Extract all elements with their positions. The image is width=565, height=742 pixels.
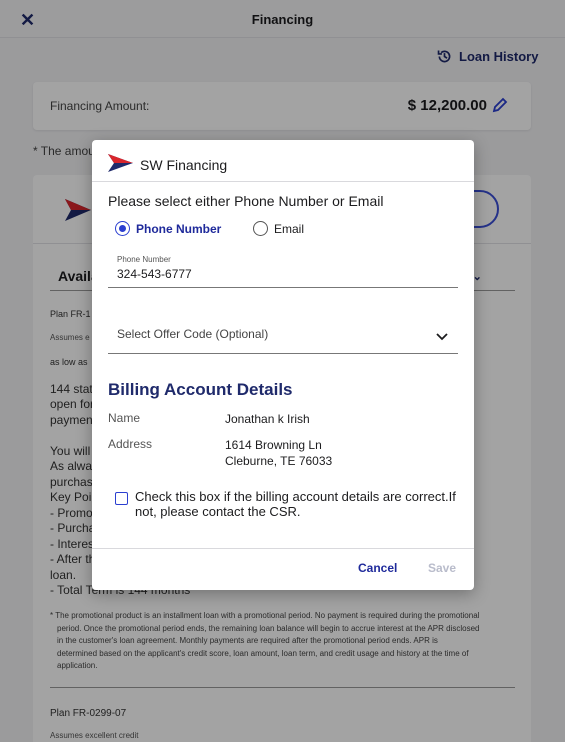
dialog-header: SW Financing: [92, 140, 474, 182]
contact-method-prompt: Please select either Phone Number or Ema…: [108, 193, 384, 209]
billing-section-title: Billing Account Details: [108, 380, 293, 399]
dialog-footer-divider: [92, 548, 474, 549]
billing-address-line1: 1614 Browning Ln: [225, 438, 322, 452]
phone-number-radio-label: Phone Number: [136, 221, 222, 236]
brand-logo: [108, 154, 133, 172]
billing-address-label: Address: [108, 437, 153, 451]
phone-number-radio[interactable]: [115, 221, 130, 236]
phone-number-input[interactable]: 324-543-6777: [117, 267, 192, 281]
phone-number-field-label: Phone Number: [117, 255, 171, 264]
email-radio-label: Email: [274, 221, 305, 236]
email-radio[interactable]: [253, 221, 268, 236]
sw-financing-dialog: SW Financing Please select either Phone …: [92, 140, 474, 590]
phone-number-radio-option[interactable]: Phone Number: [115, 221, 221, 236]
phone-number-underline: [108, 287, 458, 288]
offer-code-select[interactable]: Select Offer Code (Optional): [108, 316, 458, 354]
billing-address-line2: Cleburne, TE 76033: [225, 454, 333, 468]
offer-code-placeholder: Select Offer Code (Optional): [117, 327, 269, 341]
chevron-down-icon: [436, 333, 448, 341]
billing-name-label: Name: [108, 411, 141, 425]
confirm-billing-checkbox[interactable]: [115, 492, 128, 505]
billing-name-value: Jonathan k Irish: [225, 412, 310, 426]
save-button[interactable]: Save: [428, 561, 456, 575]
email-radio-option[interactable]: Email: [253, 221, 304, 236]
dialog-title: SW Financing: [140, 157, 228, 173]
confirm-billing-text: Check this box if the billing account de…: [135, 489, 456, 519]
cancel-button[interactable]: Cancel: [358, 561, 397, 575]
